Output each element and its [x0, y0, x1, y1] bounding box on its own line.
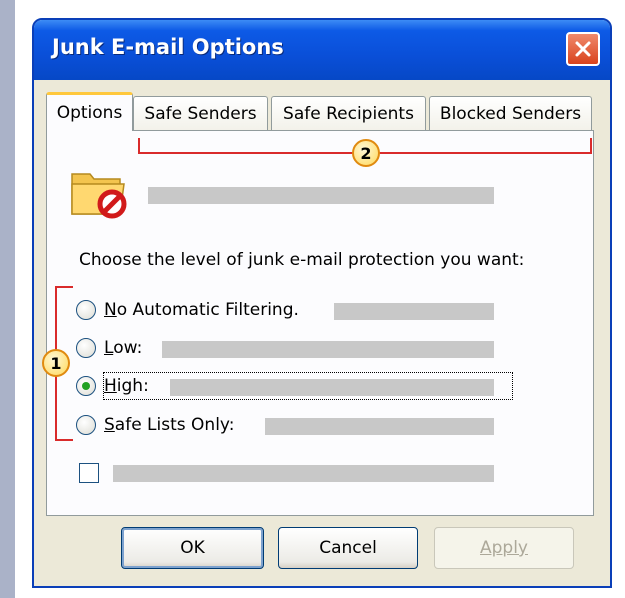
window-title: Junk E-mail Options — [52, 35, 284, 59]
junk-folder-icon — [71, 173, 127, 219]
radio-high[interactable]: High: — [76, 374, 149, 398]
callout-bracket-right — [590, 138, 592, 154]
radio-no-automatic-filtering[interactable]: No Automatic Filtering. — [76, 298, 299, 322]
radio-label: No Automatic Filtering. — [104, 300, 299, 320]
description-placeholder — [113, 465, 494, 482]
option-checkbox[interactable] — [79, 463, 99, 483]
title-bar[interactable]: Junk E-mail Options — [34, 20, 610, 80]
radio-button[interactable] — [76, 415, 96, 435]
radio-safe-lists-only[interactable]: Safe Lists Only: — [76, 413, 234, 437]
callout-bracket-top — [55, 286, 73, 288]
radio-low[interactable]: Low: — [76, 336, 142, 360]
background-strip — [0, 0, 15, 598]
close-icon — [575, 41, 591, 57]
apply-button[interactable]: Apply — [434, 527, 574, 569]
description-placeholder — [148, 187, 494, 204]
tab-label: Blocked Senders — [439, 103, 582, 124]
description-placeholder — [265, 418, 494, 435]
radio-button[interactable] — [76, 376, 96, 396]
tab-safe-recipients[interactable]: Safe Recipients — [271, 96, 426, 130]
radio-selected-dot — [82, 382, 90, 390]
tab-label: Safe Recipients — [283, 103, 414, 124]
description-placeholder — [334, 303, 494, 320]
tab-label: Options — [56, 103, 123, 123]
callout-bracket-bottom — [55, 439, 73, 441]
description-placeholder — [170, 379, 494, 396]
tab-blocked-senders[interactable]: Blocked Senders — [429, 96, 592, 130]
radio-button[interactable] — [76, 338, 96, 358]
radio-label: Low: — [104, 338, 143, 358]
close-button[interactable] — [566, 32, 600, 66]
ok-button[interactable]: OK — [121, 527, 264, 569]
tab-strip: Options Safe Senders Safe Recipients Blo… — [46, 92, 594, 131]
radio-label: High: — [104, 376, 149, 396]
tab-label: Safe Senders — [144, 103, 257, 124]
cancel-button[interactable]: Cancel — [278, 527, 418, 569]
tab-options[interactable]: Options — [46, 92, 133, 131]
radio-label: Safe Lists Only: — [104, 415, 235, 435]
tab-safe-senders[interactable]: Safe Senders — [133, 96, 268, 130]
callout-badge-1: 1 — [42, 349, 70, 377]
callout-bracket-left — [138, 138, 140, 154]
description-placeholder — [162, 341, 494, 358]
callout-badge-2: 2 — [352, 139, 380, 167]
apply-label: Apply — [480, 538, 528, 558]
radio-button[interactable] — [76, 300, 96, 320]
protection-level-prompt: Choose the level of junk e-mail protecti… — [79, 250, 525, 270]
